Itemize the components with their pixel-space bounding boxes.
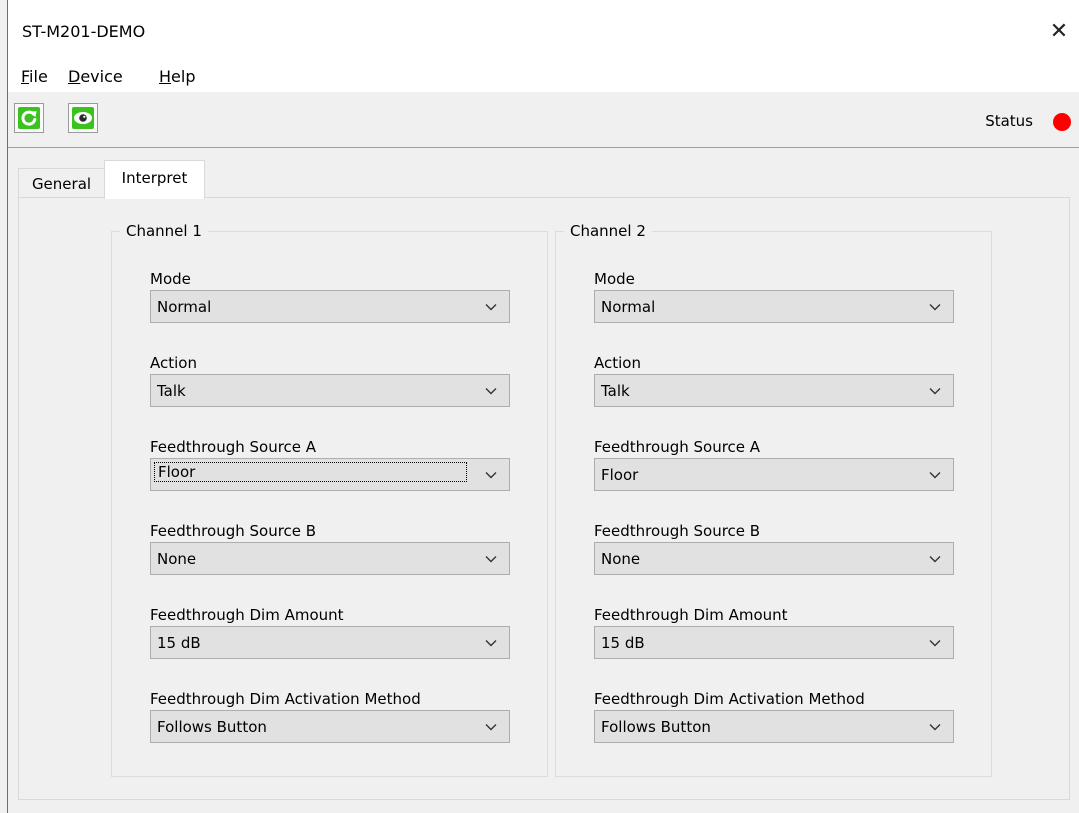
- chevron-down-icon: [485, 388, 497, 395]
- chevron-down-icon: [485, 556, 497, 563]
- channel-1-feedthrough-dim-activation-method-label: Feedthrough Dim Activation Method: [150, 690, 421, 708]
- menu-bar: File Device Help: [8, 66, 1079, 92]
- select-value: Normal: [601, 298, 656, 316]
- channel-1-group: Channel 1 Mode Normal Action Talk Feedthrough…: [111, 220, 548, 777]
- channel-2-action-label: Action: [594, 354, 641, 372]
- select-value: Talk: [601, 382, 630, 400]
- toolbar: Status: [8, 92, 1079, 148]
- channel-2-feedthrough-dim-activation-method-label: Feedthrough Dim Activation Method: [594, 690, 865, 708]
- channel-2-feedthrough-dim-amount-select[interactable]: 15 dB: [594, 626, 954, 659]
- chevron-down-icon: [929, 640, 941, 647]
- select-value: None: [157, 550, 197, 568]
- channel-1-feedthrough-source-b-label: Feedthrough Source B: [150, 522, 317, 540]
- select-value: Talk: [157, 382, 186, 400]
- channel-2-group: Channel 2 Mode Normal Action Talk Feedthrough…: [555, 220, 992, 777]
- channel-1-action-label: Action: [150, 354, 197, 372]
- refresh-icon: [18, 107, 40, 129]
- channel-2-feedthrough-source-a-select[interactable]: Floor: [594, 458, 954, 491]
- chevron-down-icon: [485, 724, 497, 731]
- channel-2-feedthrough-source-b-label: Feedthrough Source B: [594, 522, 761, 540]
- chevron-down-icon: [929, 472, 941, 479]
- chevron-down-icon: [929, 304, 941, 311]
- refresh-button[interactable]: [14, 103, 44, 133]
- channel-1-title: Channel 1: [120, 220, 208, 242]
- channel-1-feedthrough-dim-amount-label: Feedthrough Dim Amount: [150, 606, 344, 624]
- select-value: None: [601, 550, 641, 568]
- channel-1-feedthrough-source-a-select[interactable]: Floor: [150, 458, 510, 491]
- menu-file[interactable]: File: [21, 66, 48, 88]
- channel-2-feedthrough-dim-amount-label: Feedthrough Dim Amount: [594, 606, 788, 624]
- eye-icon: [72, 107, 94, 129]
- title-bar: ST-M201-DEMO ✕: [8, 0, 1079, 66]
- chevron-down-icon: [929, 724, 941, 731]
- chevron-down-icon: [485, 472, 497, 479]
- chevron-down-icon: [929, 556, 941, 563]
- chevron-down-icon: [929, 388, 941, 395]
- select-value: Normal: [157, 298, 212, 316]
- channel-2-feedthrough-source-a-label: Feedthrough Source A: [594, 438, 761, 456]
- channel-1-feedthrough-source-a-label: Feedthrough Source A: [150, 438, 317, 456]
- menu-help[interactable]: Help: [159, 66, 195, 88]
- channel-2-mode-label: Mode: [594, 270, 635, 288]
- close-icon: ✕: [1049, 19, 1069, 44]
- tab-strip: General Interpret: [8, 160, 1079, 199]
- channel-1-mode-label: Mode: [150, 270, 191, 288]
- select-value: 15 dB: [601, 634, 645, 652]
- channel-2-mode-select[interactable]: Normal: [594, 290, 954, 323]
- select-value: Floor: [154, 462, 467, 482]
- close-button[interactable]: ✕: [1039, 14, 1079, 50]
- select-value: Follows Button: [157, 718, 267, 736]
- chevron-down-icon: [485, 640, 497, 647]
- select-value: 15 dB: [157, 634, 201, 652]
- channel-1-feedthrough-dim-activation-method-select[interactable]: Follows Button: [150, 710, 510, 743]
- tab-interpret[interactable]: Interpret: [104, 160, 205, 199]
- status-indicator: [1053, 113, 1071, 131]
- channel-2-action-select[interactable]: Talk: [594, 374, 954, 407]
- monitor-button[interactable]: [68, 103, 98, 133]
- status-label: Status: [985, 112, 1033, 130]
- tab-general[interactable]: General: [18, 168, 105, 198]
- channel-2-title: Channel 2: [564, 220, 652, 242]
- select-value: Floor: [601, 466, 639, 484]
- chevron-down-icon: [485, 304, 497, 311]
- window-title: ST-M201-DEMO: [22, 22, 146, 41]
- channel-2-feedthrough-source-b-select[interactable]: None: [594, 542, 954, 575]
- channel-1-feedthrough-dim-amount-select[interactable]: 15 dB: [150, 626, 510, 659]
- app-window: ST-M201-DEMO ✕ File Device Help Status G…: [7, 0, 1079, 813]
- menu-device[interactable]: Device: [68, 66, 123, 88]
- channel-1-mode-select[interactable]: Normal: [150, 290, 510, 323]
- channel-1-feedthrough-source-b-select[interactable]: None: [150, 542, 510, 575]
- interpret-panel: Channel 1 Mode Normal Action Talk Feedthrough…: [18, 197, 1070, 800]
- channel-1-action-select[interactable]: Talk: [150, 374, 510, 407]
- channel-2-feedthrough-dim-activation-method-select[interactable]: Follows Button: [594, 710, 954, 743]
- select-value: Follows Button: [601, 718, 711, 736]
